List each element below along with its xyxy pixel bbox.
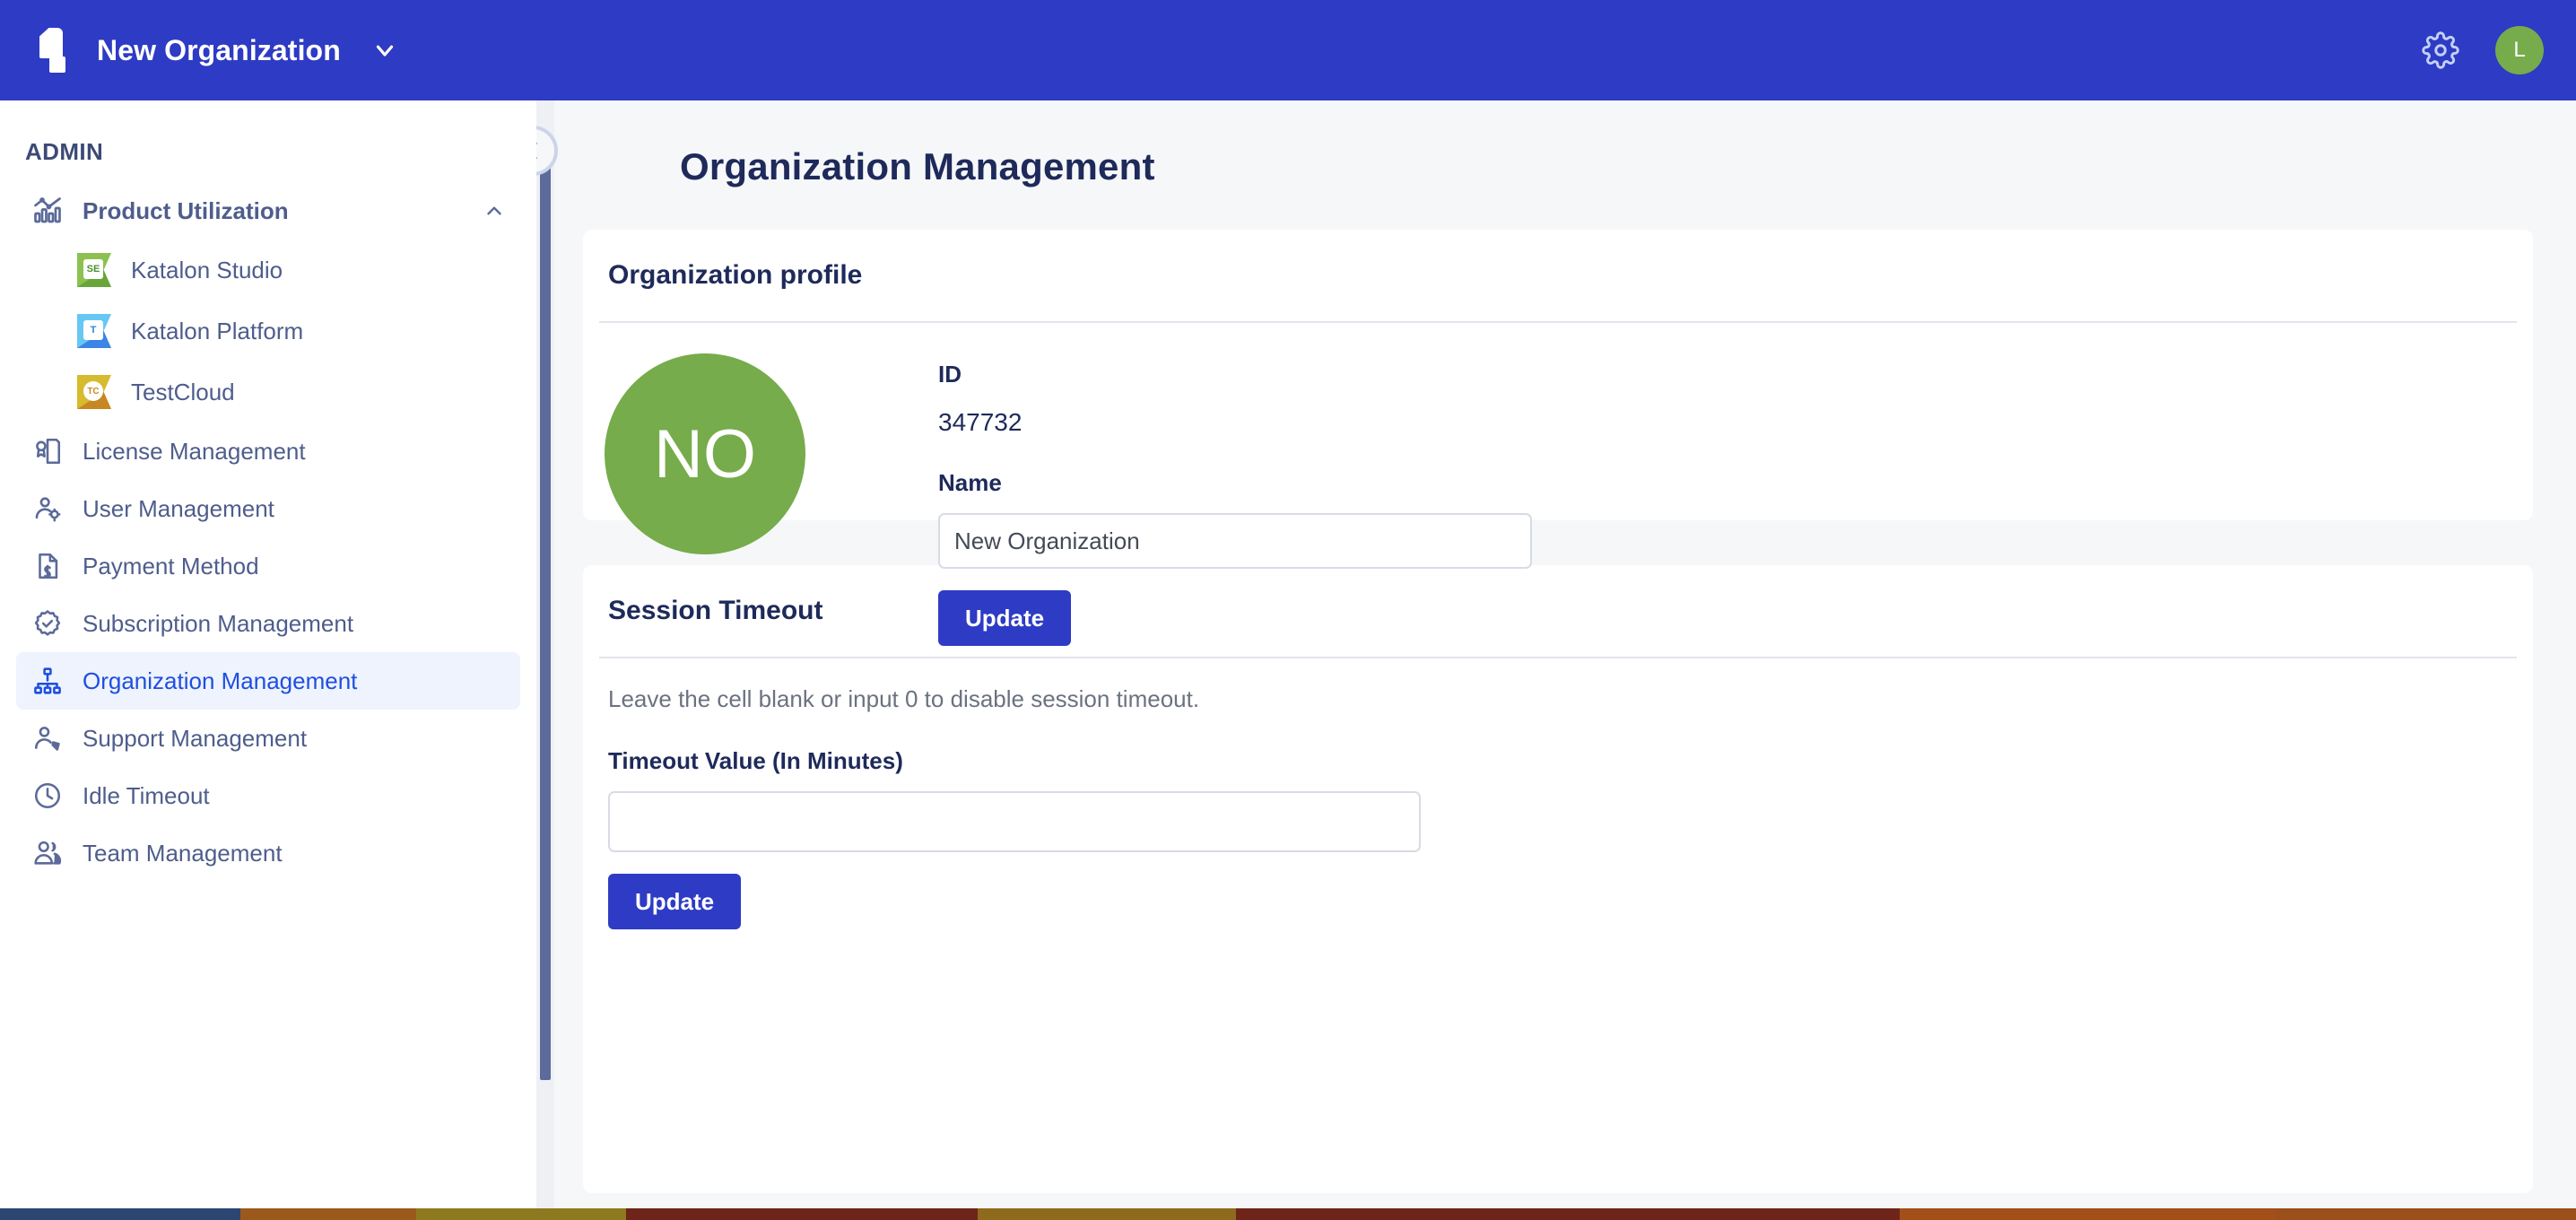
session-timeout-update-button[interactable]: Update [608, 874, 742, 929]
bottom-strip-segment [240, 1208, 416, 1220]
card-header: Organization profile [583, 230, 2533, 291]
katalon-platform-icon: T [77, 314, 111, 348]
name-label: Name [938, 469, 1002, 496]
session-timeout-hint: Leave the cell blank or input 0 to disab… [608, 685, 1200, 712]
analytics-chart-icon [29, 195, 66, 227]
sidebar-item-label: License Management [83, 437, 306, 465]
sidebar-subitem-label: Katalon Studio [131, 256, 283, 283]
sidebar-item-katalon-platform[interactable]: T Katalon Platform [65, 301, 536, 362]
bottom-strip-segment [626, 1208, 978, 1220]
page-title: Organization Management [680, 145, 1155, 187]
chevron-up-icon[interactable] [481, 199, 508, 222]
sidebar-subitem-label: TestCloud [131, 378, 235, 405]
sidebar-item-support-management[interactable]: Support Management [16, 710, 520, 767]
team-users-icon [29, 838, 66, 868]
testcloud-icon: TC [77, 375, 111, 409]
invoice-dollar-icon [29, 551, 66, 581]
sidebar-item-label: Subscription Management [83, 609, 354, 637]
bottom-strip-segment [978, 1208, 1236, 1220]
sidebar-item-label: Payment Method [83, 552, 259, 580]
katalon-logo-icon[interactable] [34, 28, 74, 73]
users-gear-icon [29, 493, 66, 524]
org-hierarchy-icon [29, 666, 66, 696]
sidebar-item-label: Idle Timeout [83, 781, 210, 809]
main-content: Organization Management Organization pro… [536, 100, 2576, 1220]
user-tag-icon [29, 723, 66, 754]
sidebar-item-license-management[interactable]: License Management [16, 423, 520, 480]
content-scrollbar-thumb[interactable] [540, 163, 551, 1080]
id-label: ID [938, 361, 962, 388]
session-timeout-body: Leave the cell blank or input 0 to disab… [583, 658, 2533, 929]
sidebar-collapse-button[interactable] [536, 126, 558, 176]
bottom-strip-segment [416, 1208, 626, 1220]
clock-icon [29, 780, 66, 811]
katalon-platform-badge: T [83, 320, 103, 340]
organization-profile-heading: Organization profile [608, 260, 863, 290]
bottom-strip-segment [1900, 1208, 2276, 1220]
card-header: Session Timeout [583, 565, 2533, 626]
testcloud-badge: TC [83, 381, 103, 401]
top-bar-actions: L [2420, 0, 2544, 100]
session-timeout-heading: Session Timeout [608, 596, 823, 625]
bottom-strip-segment [2276, 1208, 2576, 1220]
avatar-initial: L [2513, 38, 2526, 62]
sidebar-item-user-management[interactable]: User Management [16, 480, 520, 537]
organization-avatar: NO [605, 353, 805, 554]
organization-name-input[interactable] [938, 513, 1532, 569]
app-root: New Organization L ADMIN Product Utiliza… [0, 0, 2576, 1220]
sidebar-item-testcloud[interactable]: TC TestCloud [65, 362, 536, 423]
avatar[interactable]: L [2495, 26, 2544, 74]
sidebar-item-team-management[interactable]: Team Management [16, 824, 520, 882]
sidebar-item-subscription-management[interactable]: Subscription Management [16, 595, 520, 652]
sidebar-item-organization-management[interactable]: Organization Management [16, 652, 520, 710]
sidebar-item-label: Team Management [83, 839, 283, 867]
sidebar-group-label: Product Utilization [83, 196, 289, 224]
bottom-strip-segment [0, 1208, 240, 1220]
bottom-strip [0, 1208, 2576, 1220]
org-switcher-label: New Organization [97, 33, 341, 66]
sidebar-subitem-label: Katalon Platform [131, 317, 304, 344]
sidebar-item-payment-method[interactable]: Payment Method [16, 537, 520, 595]
katalon-studio-badge: SE [83, 259, 103, 279]
timeout-value-input[interactable] [608, 791, 1421, 852]
sidebar-nav: Product Utilization SE Katalon Studio T [0, 182, 536, 882]
sidebar: ADMIN Product Utilization SE Katalon Stu… [0, 100, 536, 1208]
bottom-strip-segment [1236, 1208, 1900, 1220]
organization-update-button[interactable]: Update [938, 590, 1072, 646]
sidebar-item-idle-timeout[interactable]: Idle Timeout [16, 767, 520, 824]
sidebar-item-label: Support Management [83, 724, 308, 752]
gear-icon[interactable] [2420, 30, 2461, 71]
sidebar-section-title: ADMIN [25, 138, 104, 165]
organization-avatar-initials: NO [654, 415, 756, 492]
sidebar-item-katalon-studio[interactable]: SE Katalon Studio [65, 240, 536, 301]
timeout-value-label: Timeout Value (In Minutes) [608, 747, 903, 774]
license-document-icon [29, 436, 66, 466]
sidebar-item-label: Organization Management [83, 667, 358, 694]
id-value: 347732 [938, 408, 1023, 436]
chevron-left-icon [536, 142, 537, 160]
chevron-down-icon[interactable] [370, 35, 400, 65]
sidebar-group-product-utilization[interactable]: Product Utilization [16, 182, 520, 240]
organization-profile-card: Organization profile NO ID 347732 Name U… [583, 230, 2533, 646]
organization-fields: ID 347732 Name Update [938, 353, 1532, 646]
content-scrollbar-track[interactable] [536, 100, 554, 1220]
badge-check-icon [29, 608, 66, 639]
katalon-studio-icon: SE [77, 253, 111, 287]
sidebar-item-label: User Management [83, 494, 274, 522]
top-bar: New Organization L [0, 0, 2576, 100]
session-timeout-card: Session Timeout Leave the cell blank or … [583, 565, 2533, 1193]
